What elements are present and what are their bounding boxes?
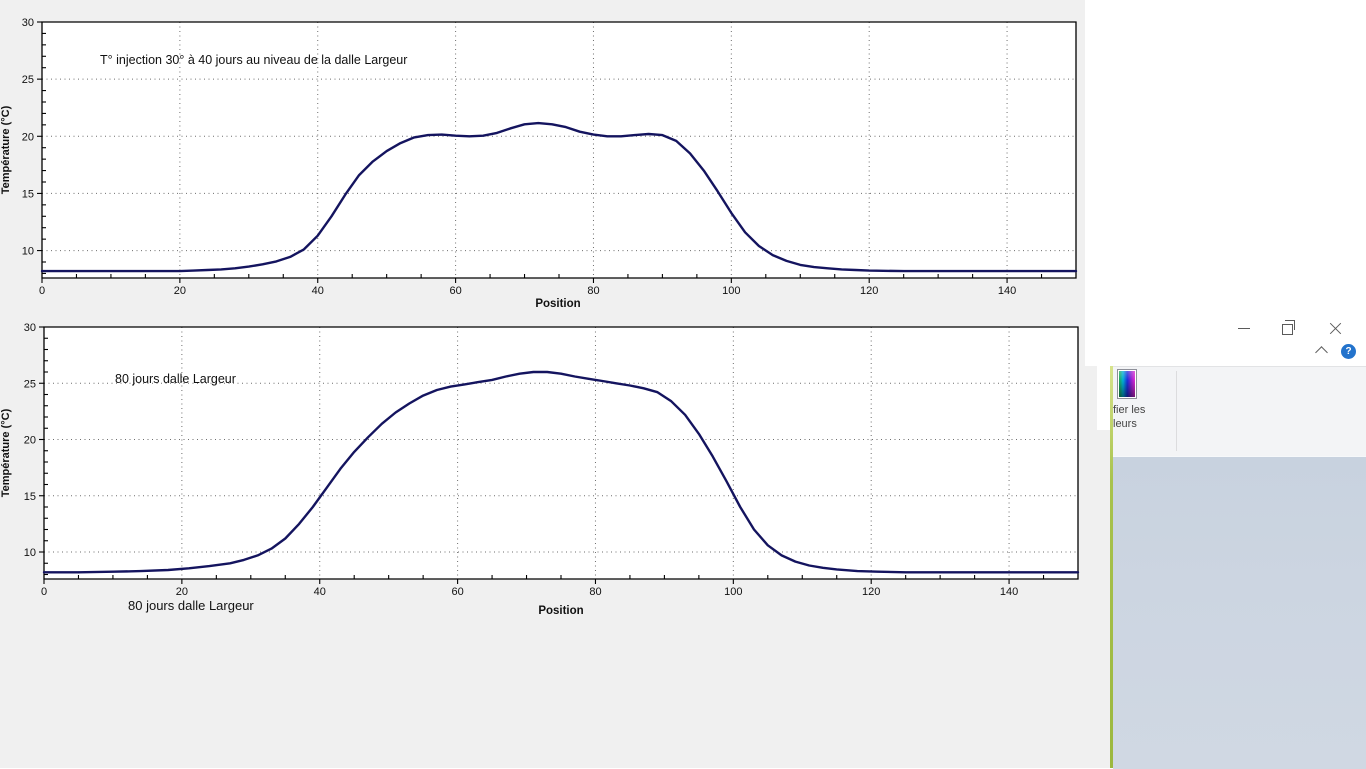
color-spectrum-icon[interactable] [1117, 369, 1137, 399]
chart-title: T° injection 30° à 40 jours au niveau de… [100, 53, 407, 67]
x-tick-labels: 0 20 40 60 80 100 120 140 [41, 586, 1018, 598]
y-tick-label: 15 [22, 188, 34, 200]
background-window-titlebar [1085, 0, 1366, 366]
x-tick-label: 140 [1000, 586, 1018, 598]
edit-colors-button-label[interactable]: fier les leurs [1113, 403, 1157, 433]
chart-title: 80 jours dalle Largeur [115, 372, 236, 386]
chart-temperature-80-days: 0 20 40 60 80 100 120 140 10 15 20 25 30 80 jours dal… [0, 313, 1097, 623]
x-tick-labels: 0 20 40 60 80 100 120 140 [39, 285, 1016, 297]
x-tick-label: 60 [451, 586, 463, 598]
y-tick-label: 30 [24, 322, 36, 334]
x-axis-label: Position [538, 605, 583, 617]
edit-colors-label-line1: fier les [1113, 404, 1146, 416]
restore-window-icon [1282, 320, 1295, 335]
close-icon [1329, 322, 1342, 335]
x-axis-label: Position [535, 298, 580, 310]
y-tick-label: 30 [22, 17, 34, 29]
y-tick-label: 20 [22, 131, 34, 143]
x-tick-label: 80 [589, 586, 601, 598]
y-tick-label: 20 [24, 435, 36, 447]
close-button[interactable] [1320, 315, 1350, 341]
figure-window-edge-background [1097, 430, 1110, 593]
chevron-up-icon [1314, 346, 1328, 359]
restore-window-button[interactable] [1274, 315, 1304, 341]
x-tick-label: 120 [860, 285, 878, 297]
y-tick-label: 10 [24, 547, 36, 559]
background-window-content-panel [1113, 456, 1366, 769]
help-button[interactable]: ? [1341, 344, 1356, 359]
x-tick-label: 40 [314, 586, 326, 598]
y-tick-label: 25 [22, 74, 34, 86]
x-tick-label: 80 [587, 285, 599, 297]
edit-colors-label-line2: leurs [1113, 418, 1137, 430]
chart-caption-below: 80 jours dalle Largeur [128, 598, 254, 613]
minimize-icon [1238, 327, 1250, 329]
color-spectrum-gradient [1119, 371, 1135, 397]
y-tick-labels: 10 15 20 25 30 [24, 322, 36, 559]
help-label: ? [1345, 346, 1352, 357]
y-axis-label: Température (°C) [0, 105, 12, 194]
x-tick-label: 20 [176, 586, 188, 598]
minimize-button[interactable] [1229, 315, 1259, 341]
y-tick-label: 10 [22, 246, 34, 258]
x-tick-label: 0 [39, 285, 45, 297]
x-tick-label: 120 [862, 586, 880, 598]
y-tick-label: 15 [24, 491, 36, 503]
plot-area [44, 327, 1078, 579]
y-axis-label: Température (°C) [0, 408, 12, 497]
x-tick-label: 40 [312, 285, 324, 297]
chart-canvas: 0 20 40 60 80 100 120 140 10 15 20 25 30 80 jours dal… [0, 322, 1080, 617]
x-tick-label: 20 [174, 285, 186, 297]
chart-canvas: 0 20 40 60 80 100 120 140 10 15 20 25 30 T° injection… [0, 17, 1078, 310]
ribbon-collapse-button[interactable] [1313, 344, 1329, 359]
x-tick-label: 100 [724, 586, 742, 598]
x-tick-label: 100 [722, 285, 740, 297]
chart-temperature-40-days: 0 20 40 60 80 100 120 140 10 15 20 25 30 T° injection… [0, 0, 1085, 313]
ribbon-separator [1176, 371, 1177, 451]
x-tick-label: 0 [41, 586, 47, 598]
y-tick-label: 25 [24, 378, 36, 390]
y-tick-labels: 10 15 20 25 30 [22, 17, 34, 258]
x-tick-label: 140 [998, 285, 1016, 297]
x-tick-label: 60 [449, 285, 461, 297]
